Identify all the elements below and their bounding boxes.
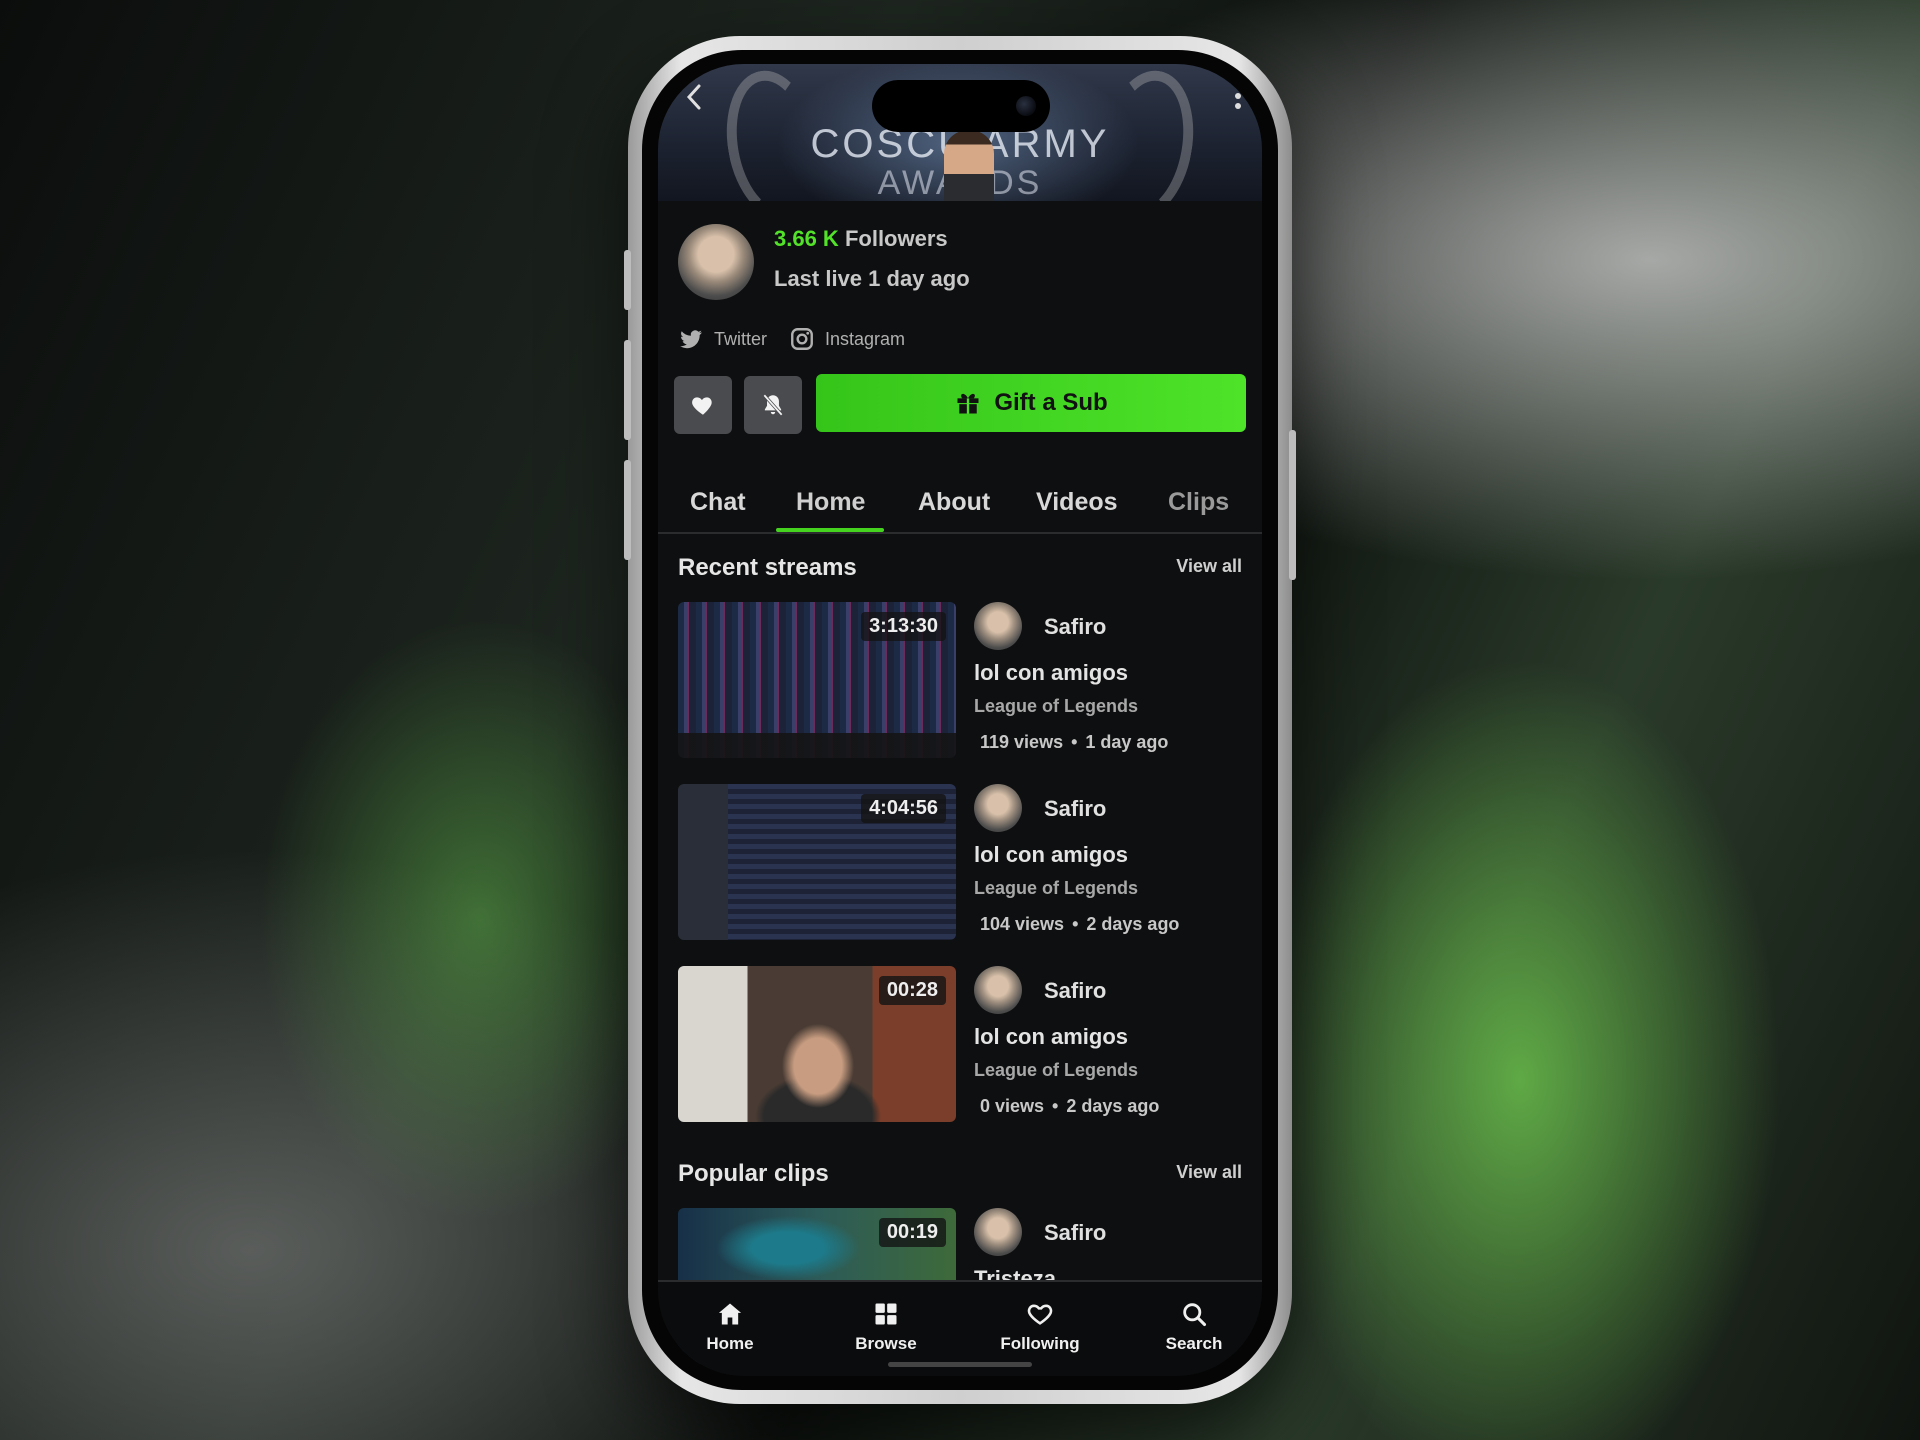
action-button (624, 250, 631, 310)
tab-clips[interactable]: Clips (1168, 488, 1229, 517)
nav-browse[interactable]: Browse (826, 1300, 946, 1354)
duration-badge: 00:19 (878, 1218, 946, 1247)
tab-chat[interactable]: Chat (690, 488, 746, 517)
stream-card[interactable]: 4:04:56 Safiro lol con amigos League of … (678, 784, 1258, 944)
nav-following-label: Following (1000, 1334, 1080, 1353)
banner-person (944, 130, 994, 201)
meta-separator: • (1052, 1096, 1059, 1116)
dynamic-island (872, 80, 1050, 132)
stream-title[interactable]: lol con amigos (974, 660, 1128, 686)
view-count: 104 views (980, 914, 1065, 934)
stream-age: 1 day ago (1085, 732, 1169, 752)
tab-home[interactable]: Home (796, 488, 865, 517)
followers-number: 3.66 K (774, 226, 839, 251)
notifications-button[interactable] (744, 376, 802, 434)
twitter-icon (680, 330, 702, 349)
avatar[interactable] (974, 966, 1022, 1014)
stream-title[interactable]: lol con amigos (974, 1024, 1128, 1050)
stream-age: 2 days ago (1086, 914, 1180, 934)
duration-badge: 4:04:56 (861, 794, 946, 823)
view-count: 0 views (980, 1096, 1045, 1116)
stream-meta: 104 views • 2 days ago (980, 914, 1179, 935)
social-links: Twitter Instagram (678, 326, 905, 352)
duration-badge: 00:28 (878, 976, 946, 1005)
channel-avatar[interactable] (678, 224, 754, 300)
nav-home[interactable]: Home (670, 1300, 790, 1354)
chevron-left-icon[interactable] (684, 82, 706, 120)
grid-icon (875, 1303, 897, 1325)
stream-thumbnail[interactable]: 00:28 (678, 966, 956, 1122)
stream-meta: 119 views • 1 day ago (980, 732, 1168, 753)
channel-tabs: Chat Home About Videos Clips (658, 474, 1262, 534)
nav-following[interactable]: Following (980, 1300, 1100, 1354)
instagram-link[interactable]: Instagram (789, 326, 905, 352)
nav-search[interactable]: Search (1134, 1300, 1254, 1354)
avatar[interactable] (974, 1208, 1022, 1256)
twitter-link[interactable]: Twitter (678, 326, 767, 352)
search-icon (1183, 1303, 1207, 1327)
gift-sub-button[interactable]: Gift a Sub (816, 374, 1246, 432)
stream-category[interactable]: League of Legends (974, 878, 1138, 899)
app-screen: COSCU ARMY AWARDS 3.66 K Followers Last … (658, 64, 1262, 1376)
channel-name[interactable]: Safiro (1044, 614, 1106, 640)
avatar[interactable] (974, 602, 1022, 650)
heart-outline-icon (1027, 1304, 1053, 1325)
stream-thumbnail[interactable]: 4:04:56 (678, 784, 956, 940)
stream-card[interactable]: 00:28 Safiro lol con amigos League of Le… (678, 966, 1258, 1126)
nav-search-label: Search (1165, 1334, 1223, 1353)
twitter-label: Twitter (714, 328, 768, 349)
heart-icon (692, 397, 712, 415)
popular-clips-title: Popular clips (678, 1160, 829, 1187)
followers-count: 3.66 K Followers (774, 226, 948, 252)
meta-separator: • (1071, 732, 1078, 752)
instagram-label: Instagram (825, 328, 906, 349)
gift-sub-label: Gift a Sub (994, 389, 1108, 416)
follow-button[interactable] (674, 376, 732, 434)
tab-about[interactable]: About (918, 488, 990, 517)
nav-home-label: Home (706, 1334, 754, 1353)
power-button (1289, 430, 1296, 580)
channel-name[interactable]: Safiro (1044, 1220, 1106, 1246)
stream-thumbnail[interactable]: 3:13:30 (678, 602, 956, 758)
gift-icon (957, 393, 979, 414)
home-indicator (888, 1362, 1032, 1367)
stream-category[interactable]: League of Legends (974, 1060, 1138, 1081)
last-live-text: Last live 1 day ago (774, 266, 970, 291)
channel-name[interactable]: Safiro (1044, 978, 1106, 1004)
stream-meta: 0 views • 2 days ago (980, 1096, 1159, 1117)
recent-streams-view-all[interactable]: View all (1176, 556, 1242, 577)
instagram-icon (791, 328, 813, 350)
stream-category[interactable]: League of Legends (974, 696, 1138, 717)
avatar[interactable] (974, 784, 1022, 832)
nav-browse-label: Browse (855, 1334, 917, 1353)
popular-clips-view-all[interactable]: View all (1176, 1162, 1242, 1183)
active-tab-indicator (776, 528, 884, 532)
followers-label: Followers (844, 226, 948, 251)
volume-down-button (624, 460, 631, 560)
home-icon (718, 1303, 742, 1325)
stream-card[interactable]: 3:13:30 Safiro lol con amigos League of … (678, 602, 1258, 762)
stream-title[interactable]: lol con amigos (974, 842, 1128, 868)
stream-age: 2 days ago (1066, 1096, 1160, 1116)
meta-separator: • (1072, 914, 1079, 934)
bell-off-icon (763, 394, 783, 416)
tab-videos[interactable]: Videos (1036, 488, 1118, 517)
view-count: 119 views (980, 732, 1064, 752)
volume-up-button (624, 340, 631, 440)
channel-name[interactable]: Safiro (1044, 796, 1106, 822)
duration-badge: 3:13:30 (861, 612, 946, 641)
vertical-dots-icon[interactable] (1234, 82, 1242, 110)
recent-streams-title: Recent streams (678, 554, 857, 581)
